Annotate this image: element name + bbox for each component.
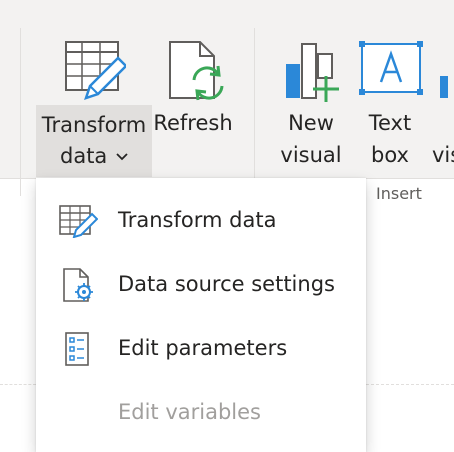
insert-group-label: Insert bbox=[376, 184, 422, 203]
new-visual-label-line1: New bbox=[288, 111, 334, 135]
ribbon-separator bbox=[254, 28, 255, 196]
transform-label-line2: data bbox=[60, 144, 108, 168]
menu-item-data-source-settings[interactable]: Data source settings bbox=[36, 254, 366, 316]
menu-item-label: Edit parameters bbox=[118, 336, 288, 360]
menu-item-edit-parameters[interactable]: Edit parameters bbox=[36, 318, 366, 380]
new-visual-icon bbox=[286, 43, 339, 102]
text-box-label-line2: box bbox=[371, 143, 409, 167]
canvas-divider bbox=[366, 384, 454, 385]
text-box-icon bbox=[359, 41, 423, 95]
more-visuals-button[interactable]: vis bbox=[430, 0, 454, 178]
new-visual-label-line2: visual bbox=[280, 143, 342, 167]
canvas-divider bbox=[0, 384, 36, 385]
refresh-icon bbox=[169, 41, 224, 101]
transform-data-icon bbox=[59, 205, 98, 238]
transform-data-dropdown[interactable]: Transform data bbox=[36, 105, 152, 177]
menu-item-label: Edit variables bbox=[118, 400, 262, 424]
refresh-button[interactable]: Refresh bbox=[152, 0, 234, 178]
table-pencil-icon bbox=[65, 41, 126, 100]
more-visuals-icon bbox=[440, 76, 448, 98]
transform-label-line1: Transform bbox=[41, 113, 147, 137]
ribbon: Transform data Refresh New visual Text b… bbox=[0, 0, 454, 203]
menu-item-edit-variables[interactable]: Edit variables bbox=[36, 382, 366, 444]
transform-data-button[interactable]: Transform data bbox=[36, 0, 152, 178]
edit-parameters-icon bbox=[65, 332, 89, 366]
chevron-down-icon bbox=[116, 153, 128, 161]
text-box-label-line1: Text bbox=[368, 111, 412, 135]
ribbon-separator bbox=[20, 28, 21, 196]
more-visuals-label: vis bbox=[432, 143, 454, 167]
menu-item-transform-data[interactable]: Transform data bbox=[36, 190, 366, 252]
text-box-button[interactable]: Text box bbox=[352, 0, 428, 178]
new-visual-button[interactable]: New visual bbox=[272, 0, 350, 178]
menu-item-label: Transform data bbox=[118, 208, 277, 232]
data-source-settings-icon bbox=[63, 268, 93, 302]
menu-item-label: Data source settings bbox=[118, 272, 335, 296]
refresh-label: Refresh bbox=[153, 111, 233, 135]
transform-data-menu: Transform data Data source settings Edit… bbox=[36, 178, 366, 452]
